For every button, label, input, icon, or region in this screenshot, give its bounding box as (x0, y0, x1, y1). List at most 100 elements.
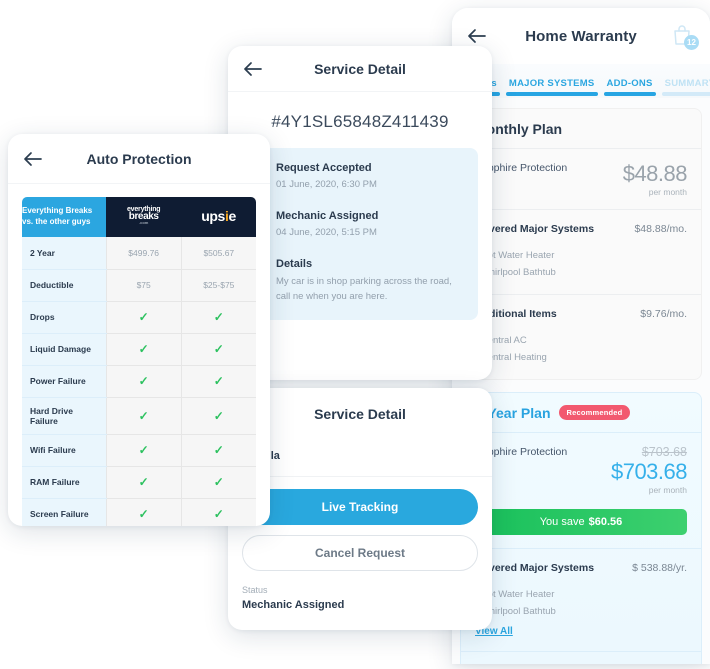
monthly-additional-items-amount: $9.76/mo. (640, 307, 687, 320)
year-plan-price-sub: per month (648, 484, 687, 495)
list-item: - Whirlpool Bathtub (475, 267, 556, 279)
check-icon: ✓ (213, 374, 224, 388)
monthly-plan-title-row: Monthly Plan (461, 109, 701, 149)
status-section: Status Mechanic Assigned (228, 571, 492, 611)
check-icon: ✓ (213, 475, 224, 489)
row-label: Drops (22, 301, 107, 334)
check-icon: ✓ (213, 342, 224, 356)
check-icon: ✓ (138, 408, 149, 423)
monthly-plan-card: Monthly Plan Sapphire Protection $48.88 … (460, 108, 702, 380)
status-badge: Recommended (558, 405, 631, 421)
tab-add-ons-label: ADD-ONS (606, 78, 653, 89)
bag-badge-count: 12 (684, 35, 699, 50)
row-value-upsie: $25-$75 (180, 269, 256, 302)
table-row: Liquid Damage ✓ ✓ (22, 333, 256, 366)
savings-prefix: You save (539, 515, 585, 528)
comparison-header-line1: Everything Breaks (22, 206, 93, 216)
table-row: RAM Failure ✓ ✓ (22, 466, 256, 499)
year-plan-title-row: 1-Year Plan Recommended (461, 393, 701, 433)
tab-major-systems-underline (505, 92, 598, 96)
year-covered-systems-row: Covered Major Systems $ 538.88/yr. (461, 547, 701, 586)
list-item: - Hot Water Heater (475, 588, 555, 600)
tab-summary[interactable]: SUMMARY (659, 78, 710, 98)
tab-add-ons-underline (603, 92, 656, 96)
service-detail-header: Service Detail (228, 46, 492, 92)
year-plan-card: 1-Year Plan Recommended Sapphire Protect… (460, 391, 702, 664)
check-icon: ✓ (138, 443, 149, 457)
page-title: Auto Protection (86, 150, 192, 167)
page-title: Service Detail (314, 60, 406, 77)
screenshot-stage: Home Warranty 12 Details MAJOR SYSTEMS A… (0, 0, 710, 669)
check-icon: ✓ (138, 342, 149, 356)
back-arrow-icon[interactable] (466, 25, 488, 47)
table-row: Drops ✓ ✓ (22, 301, 256, 334)
year-covered-systems-amount: $ 538.88/yr. (632, 561, 687, 574)
year-covered-systems-label: Covered Major Systems (475, 561, 595, 574)
row-label: RAM Failure (22, 466, 107, 499)
upsie-logo-text: ups (201, 208, 225, 224)
status-value: Mechanic Assigned (242, 599, 345, 611)
year-additional-items-row: Additional Items $ 104.24/yr. (461, 650, 701, 664)
tab-add-ons[interactable]: ADD-ONS (601, 78, 659, 98)
check-icon: ✓ (213, 310, 224, 324)
cancel-request-button[interactable]: Cancel Request (242, 535, 478, 571)
monthly-covered-systems-amount: $48.88/mo. (634, 222, 687, 235)
upsie-logo: upsie (181, 197, 256, 237)
tab-summary-underline (661, 92, 710, 96)
row-value-eb: $499.76 (105, 237, 182, 270)
monthly-plan-product-row: Sapphire Protection $48.88 per month (461, 149, 701, 210)
row-label: Power Failure (22, 365, 107, 398)
timeline-item-title: Mechanic Assigned (276, 210, 379, 222)
monthly-plan-price-sub: per month (648, 186, 687, 197)
auto-protection-panel: Auto Protection Everything Breaks vs. th… (8, 134, 270, 526)
comparison-header-label: Everything Breaks vs. the other guys (22, 197, 107, 237)
timeline-item: Mechanic Assigned 04 June, 2020, 5:15 PM (236, 210, 478, 238)
table-row: 2 Year $499.76 $505.67 (22, 237, 256, 270)
savings-amount: $60.56 (588, 515, 623, 528)
year-covered-systems-items: - Hot Water Heater - Whirlpool Bathtub V… (461, 586, 701, 651)
list-item: - Central Heating (475, 352, 547, 364)
row-label: Hard Drive Failure (22, 397, 107, 435)
back-arrow-icon[interactable] (242, 58, 264, 80)
list-item: - Central AC (475, 334, 527, 346)
row-label: Wifi Failure (22, 434, 107, 467)
monthly-plan-price: $48.88 (622, 161, 688, 186)
table-row: Deductible $75 $25-$75 (22, 269, 256, 302)
table-row: Screen Failure ✓ ✓ (22, 498, 256, 526)
comparison-table: Everything Breaks vs. the other guys eve… (22, 197, 256, 526)
year-plan-product-row: Sapphire Protection $703.68 $703.68 per … (461, 433, 701, 507)
table-row: Wifi Failure ✓ ✓ (22, 434, 256, 467)
monthly-covered-systems-row: Covered Major Systems $48.88/mo. (461, 210, 701, 247)
table-row: Hard Drive Failure ✓ ✓ (22, 397, 256, 435)
timeline-details-item: Details My car is in shop parking across… (236, 258, 478, 304)
check-icon: ✓ (213, 443, 224, 457)
auto-protection-header: Auto Protection (8, 134, 270, 184)
check-icon: ✓ (213, 507, 224, 522)
tab-major-systems[interactable]: MAJOR SYSTEMS (503, 78, 601, 98)
check-icon: ✓ (138, 475, 149, 489)
page-title: Service Detail (314, 406, 406, 422)
savings-banner: You save $60.56 (475, 508, 687, 535)
tab-major-systems-label: MAJOR SYSTEMS (508, 78, 595, 89)
year-plan-price: $703.68 (610, 459, 688, 485)
row-label: Deductible (22, 269, 107, 302)
table-header-row: Everything Breaks vs. the other guys eve… (22, 197, 256, 237)
check-icon: ✓ (213, 408, 224, 423)
year-plan-price-block: $703.68 $703.68 per month (610, 445, 688, 495)
timeline-item-time: 01 June, 2020, 6:30 PM (276, 179, 377, 190)
check-icon: ✓ (138, 507, 149, 522)
timeline-item: Request Accepted 01 June, 2020, 6:30 PM (236, 162, 478, 190)
monthly-covered-systems-items: - Hot Water Heater - Whirlpool Bathtub (461, 247, 701, 294)
list-item: - Whirlpool Bathtub (475, 606, 556, 618)
table-row: Power Failure ✓ ✓ (22, 365, 256, 398)
row-value-eb: $75 (105, 269, 182, 302)
timeline-item-time: 04 June, 2020, 5:15 PM (276, 227, 377, 238)
live-tracking-button[interactable]: Live Tracking (242, 489, 478, 525)
timeline-item-title: Request Accepted (276, 162, 372, 174)
monthly-additional-items-row: Additional Items $9.76/mo. (461, 293, 701, 332)
status-label: Status (242, 585, 268, 595)
back-arrow-icon[interactable] (22, 148, 44, 170)
shopping-bag-icon[interactable]: 12 (670, 23, 699, 50)
list-item: - Hot Water Heater (475, 249, 555, 261)
row-label: Liquid Damage (22, 333, 107, 366)
